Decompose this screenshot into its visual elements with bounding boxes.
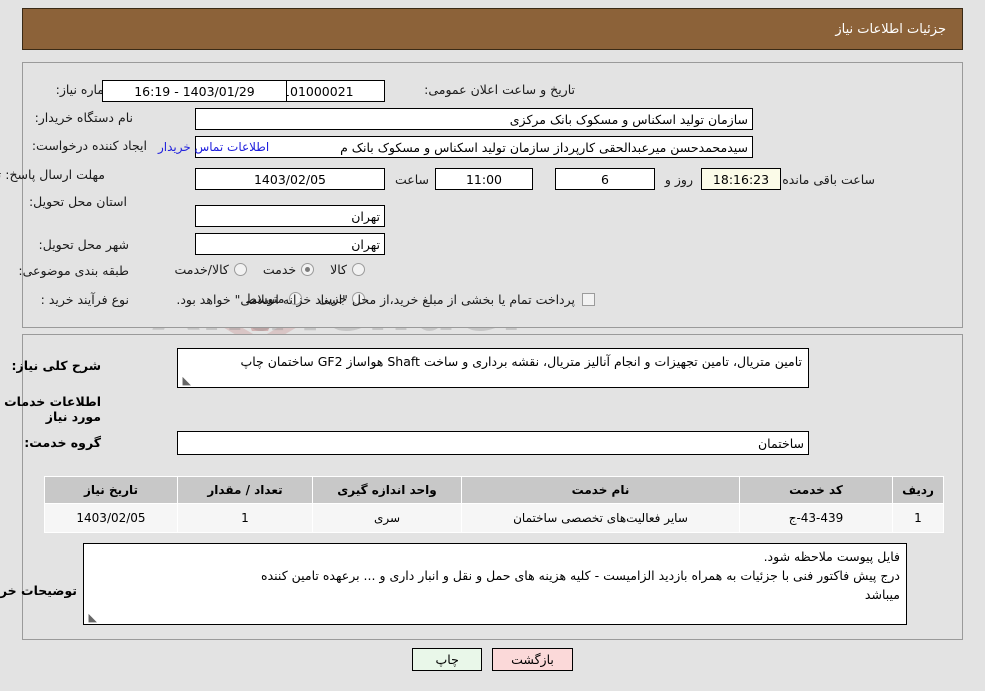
services-table: ردیف کد خدمت نام خدمت واحد اندازه گیری ت…	[44, 476, 944, 533]
buyer-contact-link[interactable]: اطلاعات تماس خریدار	[158, 140, 269, 154]
general-need-label: شرح کلی نیاز:	[11, 358, 101, 373]
requester-value: سیدمحمدحسن میرعبدالحقی کارپرداز سازمان ت…	[195, 136, 753, 158]
province-label: استان محل تحویل:	[28, 194, 127, 209]
deadline-hour-label: ساعت	[394, 172, 429, 187]
category-option-khedmat[interactable]: خدمت	[262, 262, 315, 277]
page-title: جزئیات اطلاعات نیاز	[835, 21, 946, 37]
cell-row: 1	[892, 503, 944, 533]
col-header-unit: واحد اندازه گیری	[312, 476, 462, 504]
treasury-checkbox[interactable]	[582, 293, 595, 306]
buyer-notes-line: فایل پیوست ملاحظه شود.	[763, 549, 900, 564]
process-type-label: نوع فرآیند خرید :	[40, 292, 129, 307]
col-header-qty: تعداد / مقدار	[177, 476, 313, 504]
buyer-org-value: سازمان تولید اسکناس و مسکوک بانک مرکزی	[195, 108, 753, 130]
category-option-kala[interactable]: کالا	[330, 262, 365, 277]
buyer-org-label-wrap: نام دستگاه خریدار:	[35, 110, 133, 125]
buyer-notes-textarea[interactable]: فایل پیوست ملاحظه شود. درج پیش فاکتور فن…	[83, 543, 907, 625]
category-label-wrap: طبقه بندی موضوعی:	[18, 263, 129, 278]
cell-date: 1403/02/05	[44, 503, 178, 533]
province-value: تهران	[195, 205, 385, 227]
buyer-org-label: نام دستگاه خریدار:	[34, 110, 133, 125]
col-header-name: نام خدمت	[461, 476, 740, 504]
radio-icon[interactable]	[301, 263, 315, 276]
remaining-hours-label: ساعت باقی مانده	[782, 172, 875, 187]
print-button[interactable]: چاپ	[412, 648, 483, 671]
province-label-wrap: استان محل تحویل:	[29, 194, 127, 209]
buyer-notes-line: میباشد	[864, 587, 900, 602]
announce-datetime-label: تاریخ و ساعت اعلان عمومی:	[424, 82, 575, 97]
general-need-textarea[interactable]: تامین متریال، تامین تجهیزات و انجام آنال…	[177, 348, 809, 388]
back-button[interactable]: بازگشت	[492, 648, 573, 671]
requester-label-wrap: ایجاد کننده درخواست:	[32, 138, 147, 153]
process-label-wrap: نوع فرآیند خرید :	[41, 292, 129, 307]
buyer-notes-label: توضیحات خریدار:	[0, 583, 77, 598]
resize-grip-icon[interactable]: ◣	[87, 612, 97, 623]
deadline-date-value: 1403/02/05	[195, 168, 385, 190]
radio-icon[interactable]	[352, 263, 365, 276]
requester-label: ایجاد کننده درخواست:	[31, 138, 147, 153]
cell-unit: سری	[312, 503, 462, 533]
category-label: طبقه بندی موضوعی:	[18, 263, 129, 278]
table-row: 1 ج-43-439 سایر فعالیت‌های تخصصی ساختمان…	[44, 503, 944, 533]
category-option-label: کالا/خدمت	[174, 262, 229, 277]
need-number-label-wrap: شماره نیاز:	[20, 82, 115, 97]
resize-grip-icon[interactable]: ◣	[181, 375, 191, 386]
deadline-hour-value: 11:00	[435, 168, 533, 190]
col-header-code: کد خدمت	[739, 476, 893, 504]
service-group-label: گروه خدمت:	[24, 435, 101, 450]
remaining-days-value: 6	[555, 168, 655, 190]
category-radio-group: کالا خدمت کالا/خدمت	[158, 262, 365, 277]
treasury-checkbox-row[interactable]: پرداخت تمام یا بخشی از مبلغ خرید،از محل …	[176, 292, 595, 307]
general-need-value: تامین متریال، تامین تجهیزات و انجام آنال…	[240, 354, 802, 369]
deadline-label: مهلت ارسال پاسخ: تا تاریخ:	[0, 167, 105, 182]
service-group-value: ساختمان	[177, 431, 809, 455]
table-header-row: ردیف کد خدمت نام خدمت واحد اندازه گیری ت…	[44, 476, 944, 504]
services-section-title: اطلاعات خدمات مورد نیاز	[4, 394, 101, 424]
category-option-label: خدمت	[262, 262, 297, 277]
category-option-label: کالا	[330, 262, 347, 277]
col-header-row: ردیف	[892, 476, 944, 504]
remaining-days-label: روز و	[664, 172, 693, 187]
announce-label-wrap: تاریخ و ساعت اعلان عمومی:	[424, 82, 575, 97]
cell-code: ج-43-439	[739, 503, 893, 533]
city-label: شهر محل تحویل:	[38, 237, 129, 252]
city-value: تهران	[195, 233, 385, 255]
city-label-wrap: شهر محل تحویل:	[39, 237, 129, 252]
treasury-checkbox-label: پرداخت تمام یا بخشی از مبلغ خرید،از محل …	[176, 292, 575, 307]
buyer-notes-line: درج پیش فاکتور فنی با جزئیات به همراه با…	[261, 568, 900, 583]
cell-qty: 1	[177, 503, 313, 533]
remaining-time-countdown: 18:16:23	[701, 168, 781, 190]
radio-icon[interactable]	[233, 263, 247, 276]
col-header-date: تاریخ نیاز	[44, 476, 178, 504]
page-header: جزئیات اطلاعات نیاز	[22, 8, 963, 50]
deadline-label-wrap: مهلت ارسال پاسخ: تا تاریخ:	[0, 166, 105, 183]
cell-name: سایر فعالیت‌های تخصصی ساختمان	[461, 503, 740, 533]
action-buttons: بازگشت چاپ	[0, 648, 985, 671]
announce-datetime-value: 16:19 - 1403/01/29	[102, 80, 287, 102]
category-option-kala-khedmat[interactable]: کالا/خدمت	[174, 262, 247, 277]
